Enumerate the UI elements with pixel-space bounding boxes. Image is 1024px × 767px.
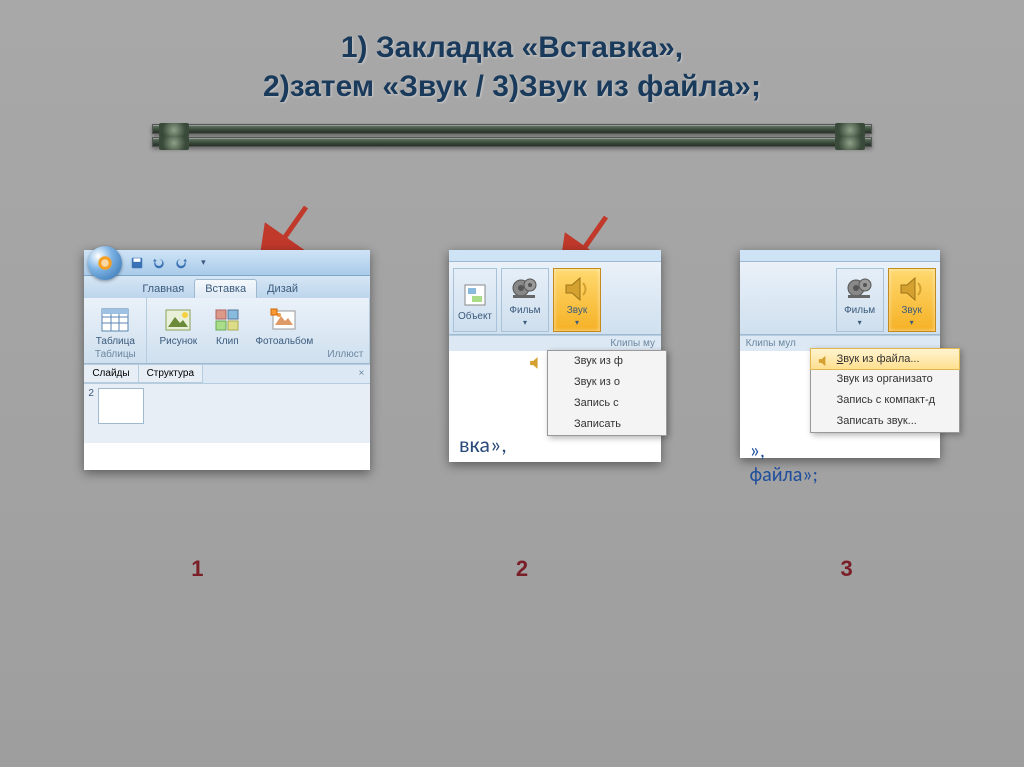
- chevron-down-icon: ▾: [910, 318, 914, 327]
- menu-record-sound[interactable]: Записать: [548, 414, 666, 435]
- slide-content-text: », файла»;: [740, 429, 940, 497]
- film-icon: [844, 273, 876, 305]
- slide-nav-pane: 2: [84, 383, 370, 443]
- qat-dropdown-icon[interactable]: ▾: [194, 254, 212, 272]
- screenshot-panel-2: Объект Фильм ▾ Звук ▾ Клипы му: [449, 250, 661, 462]
- save-icon[interactable]: [128, 254, 146, 272]
- undo-icon[interactable]: [150, 254, 168, 272]
- clip-button[interactable]: Клип: [207, 302, 247, 347]
- object-icon: [459, 279, 491, 311]
- menu-sound-from-organizer[interactable]: Звук из организато: [811, 369, 959, 390]
- object-button[interactable]: Объект: [453, 268, 497, 332]
- ribbon-area: Таблица Таблицы Рисунок: [84, 298, 370, 364]
- speaker-icon: [561, 273, 593, 305]
- sound-button[interactable]: Звук ▾: [888, 268, 936, 332]
- decorative-divider: [152, 124, 872, 150]
- step-2-label: 2: [422, 556, 622, 582]
- screenshot-panel-1: ▾ Главная Вставка Дизай Таблица Таблицы: [84, 250, 370, 470]
- table-icon: [99, 304, 131, 336]
- movie-button[interactable]: Фильм ▾: [836, 268, 884, 332]
- sound-button[interactable]: Звук ▾: [553, 268, 601, 332]
- navtab-outline[interactable]: Структура: [139, 365, 203, 383]
- chevron-down-icon: ▾: [858, 318, 862, 327]
- movie-button[interactable]: Фильм ▾: [501, 268, 549, 332]
- step-3-label: 3: [747, 556, 947, 582]
- menu-sound-from-file[interactable]: ЗЗвук из файла...вук из файла...: [810, 348, 960, 370]
- photoalbum-button[interactable]: Фотоальбом: [249, 302, 319, 347]
- navtab-slides[interactable]: Слайды: [84, 365, 138, 383]
- tab-insert[interactable]: Вставка: [194, 279, 257, 298]
- ribbon-group-label: Таблицы: [84, 347, 146, 363]
- redo-icon[interactable]: [172, 254, 190, 272]
- film-icon: [509, 273, 541, 305]
- ribbon-group-label: Клипы му: [449, 335, 661, 351]
- menu-record-cd[interactable]: Запись с: [548, 393, 666, 414]
- slide-number: 2: [88, 388, 94, 399]
- slide-thumbnail[interactable]: [98, 388, 144, 424]
- picture-button[interactable]: Рисунок: [151, 302, 205, 347]
- step-numbers: 1 2 3: [0, 556, 1024, 582]
- menu-sound-from-organizer[interactable]: Звук из о: [548, 372, 666, 393]
- menu-sound-from-file[interactable]: Звук из ф: [548, 351, 666, 372]
- tab-home[interactable]: Главная: [132, 280, 194, 298]
- table-button[interactable]: Таблица: [88, 302, 142, 347]
- menu-record-cd[interactable]: Запись с компакт-д: [811, 390, 959, 411]
- sound-dropdown-menu: ЗЗвук из файла...вук из файла... Звук из…: [810, 348, 960, 433]
- navtab-close-icon[interactable]: ×: [203, 365, 370, 383]
- menu-record-sound[interactable]: Записать звук...: [811, 411, 959, 432]
- step-1-label: 1: [97, 556, 297, 582]
- speaker-icon: [896, 273, 928, 305]
- picture-icon: [162, 304, 194, 336]
- office-button[interactable]: [88, 246, 122, 280]
- screenshot-panel-3: Фильм ▾ Звук ▾ Клипы мул ЗЗвук из файла.…: [740, 250, 940, 458]
- ribbon-group-label: Иллюст: [147, 347, 369, 363]
- speaker-icon: [817, 354, 831, 371]
- slide-title: 1) Закладка «Вставка», 2)затем «Звук / 3…: [0, 0, 1024, 106]
- tab-design[interactable]: Дизай: [257, 280, 308, 298]
- photoalbum-icon: [268, 304, 300, 336]
- clip-icon: [211, 304, 243, 336]
- chevron-down-icon: ▾: [523, 318, 527, 327]
- window-titlebar: ▾: [84, 250, 370, 276]
- chevron-down-icon: ▾: [575, 318, 579, 327]
- speaker-icon: [528, 355, 544, 374]
- sound-dropdown-menu: Звук из ф Звук из о Запись с Записать: [547, 350, 667, 436]
- ribbon-tabs: Главная Вставка Дизай: [84, 276, 370, 298]
